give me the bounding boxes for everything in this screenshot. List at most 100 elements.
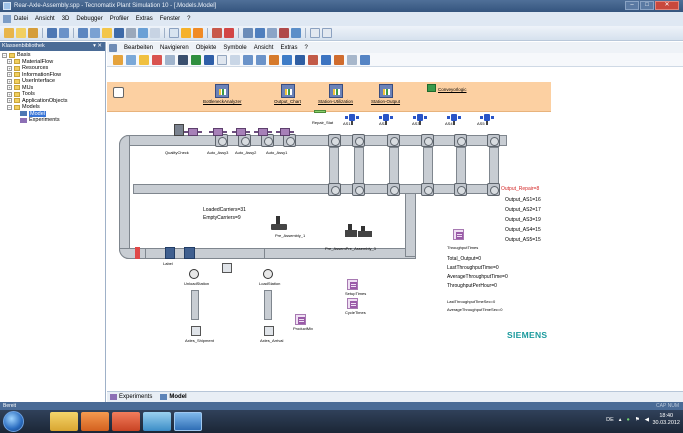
- station-block[interactable]: [352, 183, 365, 196]
- conveyor-top[interactable]: [119, 135, 507, 146]
- expand-icon[interactable]: +: [7, 91, 12, 97]
- arrival-source[interactable]: [264, 326, 274, 336]
- edit-icon[interactable]: [230, 54, 240, 65]
- explorer-taskbar-icon[interactable]: [50, 412, 78, 431]
- robot-qualitycheck[interactable]: [184, 126, 202, 138]
- station-block[interactable]: [454, 134, 467, 147]
- connector-icon[interactable]: [295, 54, 305, 65]
- chart-icon[interactable]: [193, 28, 203, 38]
- collapse-icon[interactable]: −: [2, 52, 7, 58]
- station-utilization-chart[interactable]: Station-Utilization: [318, 84, 353, 104]
- menu-extras[interactable]: Extras: [280, 45, 297, 51]
- event-controller[interactable]: [113, 87, 124, 98]
- robot-auto-assy2[interactable]: [232, 126, 250, 138]
- print-icon[interactable]: [126, 28, 136, 38]
- menu-debugger[interactable]: Debugger: [76, 16, 102, 22]
- outlook-taskbar-icon[interactable]: [81, 412, 109, 431]
- menu-datei[interactable]: Datei: [14, 16, 28, 22]
- menu-objekte[interactable]: Objekte: [196, 45, 217, 51]
- expand-icon[interactable]: +: [7, 65, 12, 71]
- powerpoint-taskbar-icon[interactable]: [112, 412, 140, 431]
- line-icon[interactable]: [308, 54, 318, 65]
- tray-arrow-icon[interactable]: ▴: [619, 417, 622, 423]
- tree-item-experiments[interactable]: Experiments: [2, 117, 105, 124]
- save-icon[interactable]: [47, 28, 57, 38]
- conveyor-middle[interactable]: [133, 184, 493, 194]
- settings-icon[interactable]: [360, 54, 370, 65]
- menu-bearbeiten[interactable]: Bearbeiten: [124, 45, 153, 51]
- quality-check-machine[interactable]: [174, 124, 184, 136]
- conveyor-down[interactable]: [405, 193, 416, 257]
- throughput-times-table[interactable]: [453, 229, 464, 240]
- worker-as2[interactable]: [379, 111, 393, 125]
- worker-as1[interactable]: [345, 111, 359, 125]
- export-icon[interactable]: [138, 28, 148, 38]
- unload-station[interactable]: [189, 269, 199, 279]
- worker-as4[interactable]: [447, 111, 461, 125]
- grid-icon[interactable]: [334, 54, 344, 65]
- plant-simulation-taskbar-icon[interactable]: [174, 412, 202, 431]
- pre-assembly-1-robot[interactable]: [271, 216, 287, 232]
- save-all-icon[interactable]: [59, 28, 69, 38]
- network-icon[interactable]: ●: [627, 417, 630, 423]
- robot-auto-assy1[interactable]: [254, 126, 272, 138]
- open-icon[interactable]: [139, 54, 149, 65]
- open-folder-icon[interactable]: [28, 28, 38, 38]
- browser-taskbar-icon[interactable]: [143, 412, 171, 431]
- frame-icon[interactable]: [322, 28, 332, 38]
- station-block[interactable]: [328, 183, 341, 196]
- menu-profiler[interactable]: Profiler: [110, 16, 129, 22]
- window-icon[interactable]: [78, 28, 88, 38]
- station-block[interactable]: [421, 183, 434, 196]
- 3d-icon[interactable]: [212, 28, 222, 38]
- station-block[interactable]: [487, 134, 500, 147]
- 3d-icon[interactable]: [152, 54, 162, 65]
- tab-experiments[interactable]: Experiments: [110, 394, 152, 400]
- station-block[interactable]: [352, 134, 365, 147]
- robot-auto-assy3[interactable]: [209, 126, 227, 138]
- delete-icon[interactable]: [217, 54, 227, 65]
- step-icon[interactable]: [204, 54, 214, 65]
- zoom-in-icon[interactable]: [243, 54, 253, 65]
- label-printer[interactable]: [184, 247, 195, 259]
- station-block[interactable]: [487, 183, 500, 196]
- shipment-drain[interactable]: [191, 326, 201, 336]
- station-output-chart[interactable]: Station-Output: [371, 84, 400, 104]
- expand-icon[interactable]: +: [7, 72, 12, 78]
- expand-icon[interactable]: +: [7, 98, 12, 104]
- event-controller-icon[interactable]: [181, 28, 191, 38]
- conveyor-icon[interactable]: [321, 54, 331, 65]
- clock-icon[interactable]: [165, 54, 175, 65]
- help-icon[interactable]: [150, 28, 160, 38]
- output-chart[interactable]: Output_Chart: [274, 84, 301, 104]
- menu-help[interactable]: ?: [187, 16, 190, 22]
- menu-fenster[interactable]: Fenster: [160, 16, 180, 22]
- collapse-icon[interactable]: −: [7, 104, 12, 110]
- minimize-button[interactable]: –: [625, 1, 639, 10]
- chart-icon[interactable]: [282, 54, 292, 65]
- expand-icon[interactable]: +: [7, 78, 12, 84]
- camera-icon[interactable]: [291, 28, 301, 38]
- tools2-icon[interactable]: [347, 54, 357, 65]
- model-canvas[interactable]: BottleneckAnalyzer Output_Chart Station-…: [107, 67, 683, 391]
- station-block[interactable]: [328, 134, 341, 147]
- station-block[interactable]: [387, 134, 400, 147]
- menu-ansicht[interactable]: Ansicht: [35, 16, 55, 22]
- icons-view-icon[interactable]: [113, 54, 123, 65]
- buffer-block[interactable]: [222, 263, 232, 273]
- layout-icon[interactable]: [90, 28, 100, 38]
- stop-icon[interactable]: [279, 28, 289, 38]
- cascade-icon[interactable]: [267, 28, 277, 38]
- menu-symbole[interactable]: Symbole: [223, 45, 246, 51]
- stop-icon[interactable]: [178, 54, 188, 65]
- close-button[interactable]: ✕: [655, 1, 679, 10]
- clock[interactable]: 18:40 30.03.2012: [652, 413, 680, 427]
- load-station[interactable]: [263, 269, 273, 279]
- conveyor-bottom-left[interactable]: [145, 248, 265, 259]
- worker-as3[interactable]: [413, 111, 427, 125]
- tab-model[interactable]: Model: [160, 394, 187, 400]
- conveyor-arrival[interactable]: [264, 290, 272, 320]
- grid-icon[interactable]: [114, 28, 124, 38]
- menu-extras[interactable]: Extras: [136, 16, 153, 22]
- station-block[interactable]: [421, 134, 434, 147]
